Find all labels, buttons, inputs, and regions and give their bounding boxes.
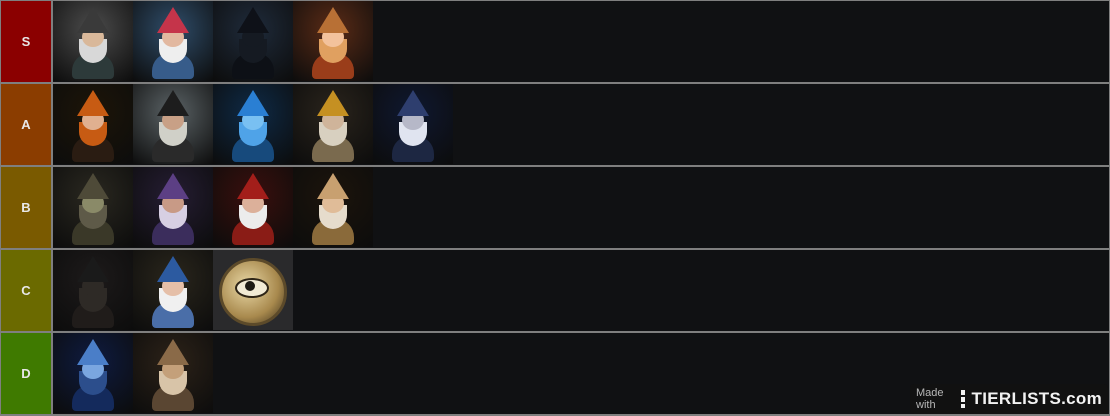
tier-label-c[interactable]: C — [1, 250, 51, 331]
tier-label-b[interactable]: B — [1, 167, 51, 248]
figure-hat — [157, 173, 189, 199]
tier-label-d[interactable]: D — [1, 333, 51, 414]
tier-item-purple-wizard[interactable] — [133, 167, 213, 247]
figure-hat — [317, 7, 349, 33]
tier-label-a[interactable]: A — [1, 84, 51, 165]
tier-item-blue-hat-gnome[interactable] — [133, 250, 213, 330]
figure-hat — [77, 339, 109, 365]
figure-hat — [157, 256, 189, 282]
figure-hat — [237, 90, 269, 116]
tier-item-old-wizard-beard[interactable] — [133, 84, 213, 164]
tier-item-red-haired-girl[interactable] — [53, 84, 133, 164]
tier-item-red-wizard-fire[interactable] — [213, 167, 293, 247]
made-with-label: Made with — [916, 387, 944, 411]
tierlists-brand: TIERLISTS.com — [971, 389, 1102, 408]
tier-item-cat-in-window[interactable] — [133, 333, 213, 413]
figure-hat — [317, 90, 349, 116]
figure-hat — [397, 90, 429, 116]
figure-hat — [157, 7, 189, 33]
tier-list-board: SABCD — [0, 0, 1110, 416]
figure-hat — [237, 173, 269, 199]
tier-item-goblin-group[interactable] — [53, 167, 133, 247]
tierlists-logo-icon — [958, 390, 966, 408]
figure-hat — [77, 256, 109, 282]
tier-item-black-hat-cat[interactable] — [53, 250, 133, 330]
figure-hat — [317, 173, 349, 199]
tier-item-gnome-colorful[interactable] — [133, 1, 213, 81]
tier-item-space-serpent[interactable] — [53, 333, 133, 413]
tier-row-b: B — [0, 167, 1110, 248]
tier-row-a: A — [0, 84, 1110, 165]
figure-hat — [157, 339, 189, 365]
figure-hat — [77, 90, 109, 116]
tierlists-watermark[interactable]: Made with TIERLISTS.com — [910, 384, 1108, 414]
tier-label-s[interactable]: S — [1, 1, 51, 82]
figure-hat — [237, 7, 269, 33]
figure-hat — [77, 173, 109, 199]
tier-row-c: C — [0, 250, 1110, 331]
figure-hat — [77, 7, 109, 33]
tier-row-s: S — [0, 1, 1110, 82]
tier-item-blue-ghost[interactable] — [213, 84, 293, 164]
tier-item-dark-cat[interactable] — [213, 1, 293, 81]
tier-items-c[interactable] — [53, 250, 1109, 331]
pupil-shape — [245, 281, 255, 291]
tier-item-gnome-broom[interactable] — [53, 1, 133, 81]
tier-item-gnome-honey-pot[interactable] — [293, 167, 373, 247]
tier-items-s[interactable] — [53, 1, 1109, 82]
tier-item-eye-coin[interactable] — [213, 250, 293, 330]
tier-item-smiling-witch[interactable] — [293, 1, 373, 81]
tier-items-b[interactable] — [53, 167, 1109, 248]
tier-item-yellow-hat-gnome[interactable] — [293, 84, 373, 164]
tier-items-a[interactable] — [53, 84, 1109, 165]
tier-item-gnome-in-stars[interactable] — [373, 84, 453, 164]
figure-hat — [157, 90, 189, 116]
